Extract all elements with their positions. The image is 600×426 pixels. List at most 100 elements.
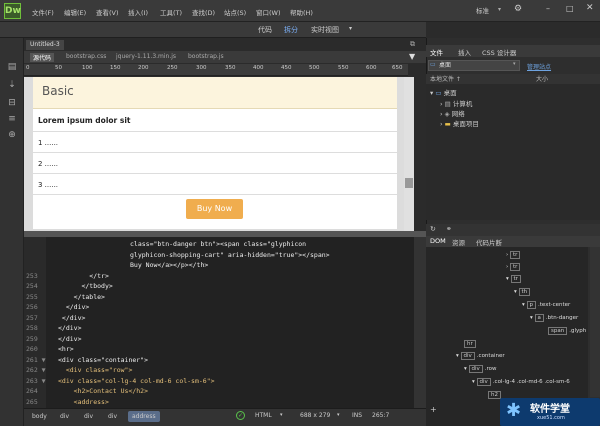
code-line[interactable]: </div> (58, 303, 90, 311)
code-line[interactable]: <hr> (58, 345, 74, 353)
menu-edit[interactable]: 编辑(E) (64, 7, 86, 17)
buy-now-label: Buy Now (196, 204, 233, 213)
minimize-icon[interactable]: – (546, 4, 550, 13)
dom-node[interactable]: ▾ div .container (456, 352, 505, 360)
menu-file[interactable]: 文件(F) (32, 7, 54, 17)
snippets-tab[interactable]: 代码片断 (476, 237, 502, 247)
code-line[interactable]: Buy Now</a></p></th> (130, 261, 208, 269)
buy-now-button[interactable]: Buy Now (186, 199, 243, 219)
source-code-tab[interactable]: 源代码 (30, 53, 55, 62)
document-type[interactable]: HTML (255, 412, 272, 419)
target-icon[interactable]: ⊕ (6, 130, 18, 142)
size-column[interactable]: 大小 (536, 74, 548, 83)
dom-node[interactable]: › tr (506, 251, 522, 259)
chevron-down-icon[interactable]: ▾ (498, 6, 501, 13)
tag-crumb-div[interactable]: div (80, 411, 97, 422)
tag-crumb-div[interactable]: div (56, 411, 73, 422)
table-row (33, 173, 397, 194)
menu-tools[interactable]: 工具(T) (160, 7, 182, 17)
close-icon[interactable]: ✕ (586, 3, 594, 13)
table-cell[interactable]: 1 ...... (38, 139, 58, 147)
tree-item-desktop-items[interactable]: › ▬ 桌面项目 (440, 118, 479, 128)
site-selector[interactable]: 桌面 (428, 60, 520, 71)
gear-icon[interactable]: ⚙ (514, 4, 522, 14)
dom-tab[interactable]: DOM (430, 237, 446, 245)
insert-tab[interactable]: 插入 (458, 47, 471, 57)
code-line[interactable]: <h2>Contact Us</h2> (58, 387, 148, 395)
related-file-tab[interactable]: jquery-1.11.3.min.js (116, 53, 176, 60)
code-line[interactable]: </tbody> (58, 282, 112, 290)
menu-site[interactable]: 站点(S) (224, 7, 246, 17)
local-files-column[interactable]: 本地文件 ↑ (430, 74, 461, 83)
expand-icon[interactable]: ⧉ (410, 40, 415, 49)
file-icon[interactable]: ▤ (6, 62, 18, 74)
refresh-icon[interactable]: ↻ (430, 225, 436, 233)
code-line[interactable]: <div class="row"> (58, 366, 133, 374)
window-size[interactable]: 688 x 279 (300, 412, 330, 419)
scroll-thumb[interactable] (405, 178, 413, 188)
document-tab[interactable]: Untitled-3 (26, 40, 64, 50)
code-line[interactable]: </table> (58, 293, 105, 301)
code-view-button[interactable]: 代码 (258, 25, 272, 35)
tag-crumb-address[interactable]: address (128, 411, 160, 422)
code-line[interactable]: glyphicon-shopping-cart" aria-hidden="tr… (130, 251, 330, 259)
tree-item-desktop[interactable]: ▾ ▭ 桌面 (430, 87, 457, 97)
connect-icon[interactable]: ⚭ (446, 225, 452, 233)
code-line[interactable]: <address> (58, 398, 109, 406)
hero-title[interactable]: Basic (42, 84, 74, 98)
menu-window[interactable]: 窗口(W) (256, 7, 281, 17)
dom-node[interactable]: ▾ tr (506, 275, 523, 283)
table-heading[interactable]: Lorem ipsum dolor sit (38, 116, 131, 125)
filter-icon[interactable]: ▼ (409, 52, 415, 61)
list-icon[interactable]: ≡ (6, 114, 18, 126)
manage-sites-link[interactable]: 管理站点 (527, 62, 551, 71)
open-folder-icon[interactable]: ⇣ (6, 80, 18, 92)
table-cell[interactable]: 3 ...... (38, 181, 58, 189)
related-file-tab[interactable]: bootstrap.css (66, 53, 106, 60)
code-line[interactable]: class="btn-danger btn"><span class="glyp… (130, 240, 306, 248)
split-view-button[interactable]: 拆分 (284, 25, 298, 35)
tree-item-computer[interactable]: › ▤ 计算机 (440, 98, 472, 108)
dom-scrollbar[interactable] (590, 247, 600, 397)
tag-crumb-body[interactable]: body (28, 411, 51, 422)
dom-node[interactable]: hr (464, 340, 478, 348)
chevron-down-icon[interactable]: ▾ (513, 61, 516, 67)
dom-node[interactable]: ▾ a .btn-danger (530, 314, 578, 322)
tree-item-network[interactable]: › ◈ 网络 (440, 108, 465, 118)
table-cell[interactable]: 2 ...... (38, 160, 58, 168)
code-line[interactable]: <div class="col-lg-4 col-md-6 col-sm-6"> (58, 377, 215, 385)
css-designer-tab[interactable]: CSS 设计器 (482, 47, 516, 57)
code-line[interactable]: <div class="container"> (58, 356, 148, 364)
files-tab[interactable]: 文件 (430, 47, 443, 57)
add-icon[interactable]: + (430, 405, 437, 414)
chevron-down-icon[interactable]: ▾ (280, 412, 283, 418)
code-scrollbar[interactable] (414, 237, 426, 408)
code-line[interactable]: </div> (58, 335, 81, 343)
menu-insert[interactable]: 插入(I) (128, 7, 148, 17)
menu-find[interactable]: 查找(D) (192, 7, 215, 17)
assets-tab[interactable]: 资源 (452, 237, 465, 247)
dom-node[interactable]: ▾ p .text-center (522, 301, 570, 309)
code-line[interactable]: </tr> (58, 272, 109, 280)
table-row (33, 152, 397, 173)
tag-crumb-div[interactable]: div (104, 411, 121, 422)
chevron-down-icon[interactable]: ▾ (337, 412, 340, 418)
dom-node[interactable]: ▾ th (514, 288, 532, 296)
dom-node[interactable]: span .glyph (548, 327, 586, 335)
live-view-button[interactable]: 实时视图 (311, 25, 339, 35)
related-file-tab[interactable]: bootstrap.js (188, 53, 224, 60)
dom-node[interactable]: › tr (506, 263, 522, 271)
watermark-title: 软件学堂 (530, 404, 570, 415)
maximize-icon[interactable]: □ (566, 4, 574, 13)
chevron-down-icon[interactable]: ▾ (349, 25, 352, 32)
format-icon[interactable]: ⊟ (6, 98, 18, 110)
document-tab-bar (24, 38, 426, 50)
design-scrollbar[interactable] (404, 77, 414, 231)
menu-view[interactable]: 查看(V) (96, 7, 119, 17)
dom-node[interactable]: ▾ div .row (464, 365, 497, 373)
menu-help[interactable]: 帮助(H) (290, 7, 313, 17)
layout-switcher[interactable]: 标准 (476, 5, 498, 17)
dom-node[interactable]: ▾ div .col-lg-4 .col-md-6 .col-sm-6 (472, 378, 570, 386)
code-line[interactable]: </div> (58, 314, 86, 322)
code-line[interactable]: </div> (58, 324, 81, 332)
